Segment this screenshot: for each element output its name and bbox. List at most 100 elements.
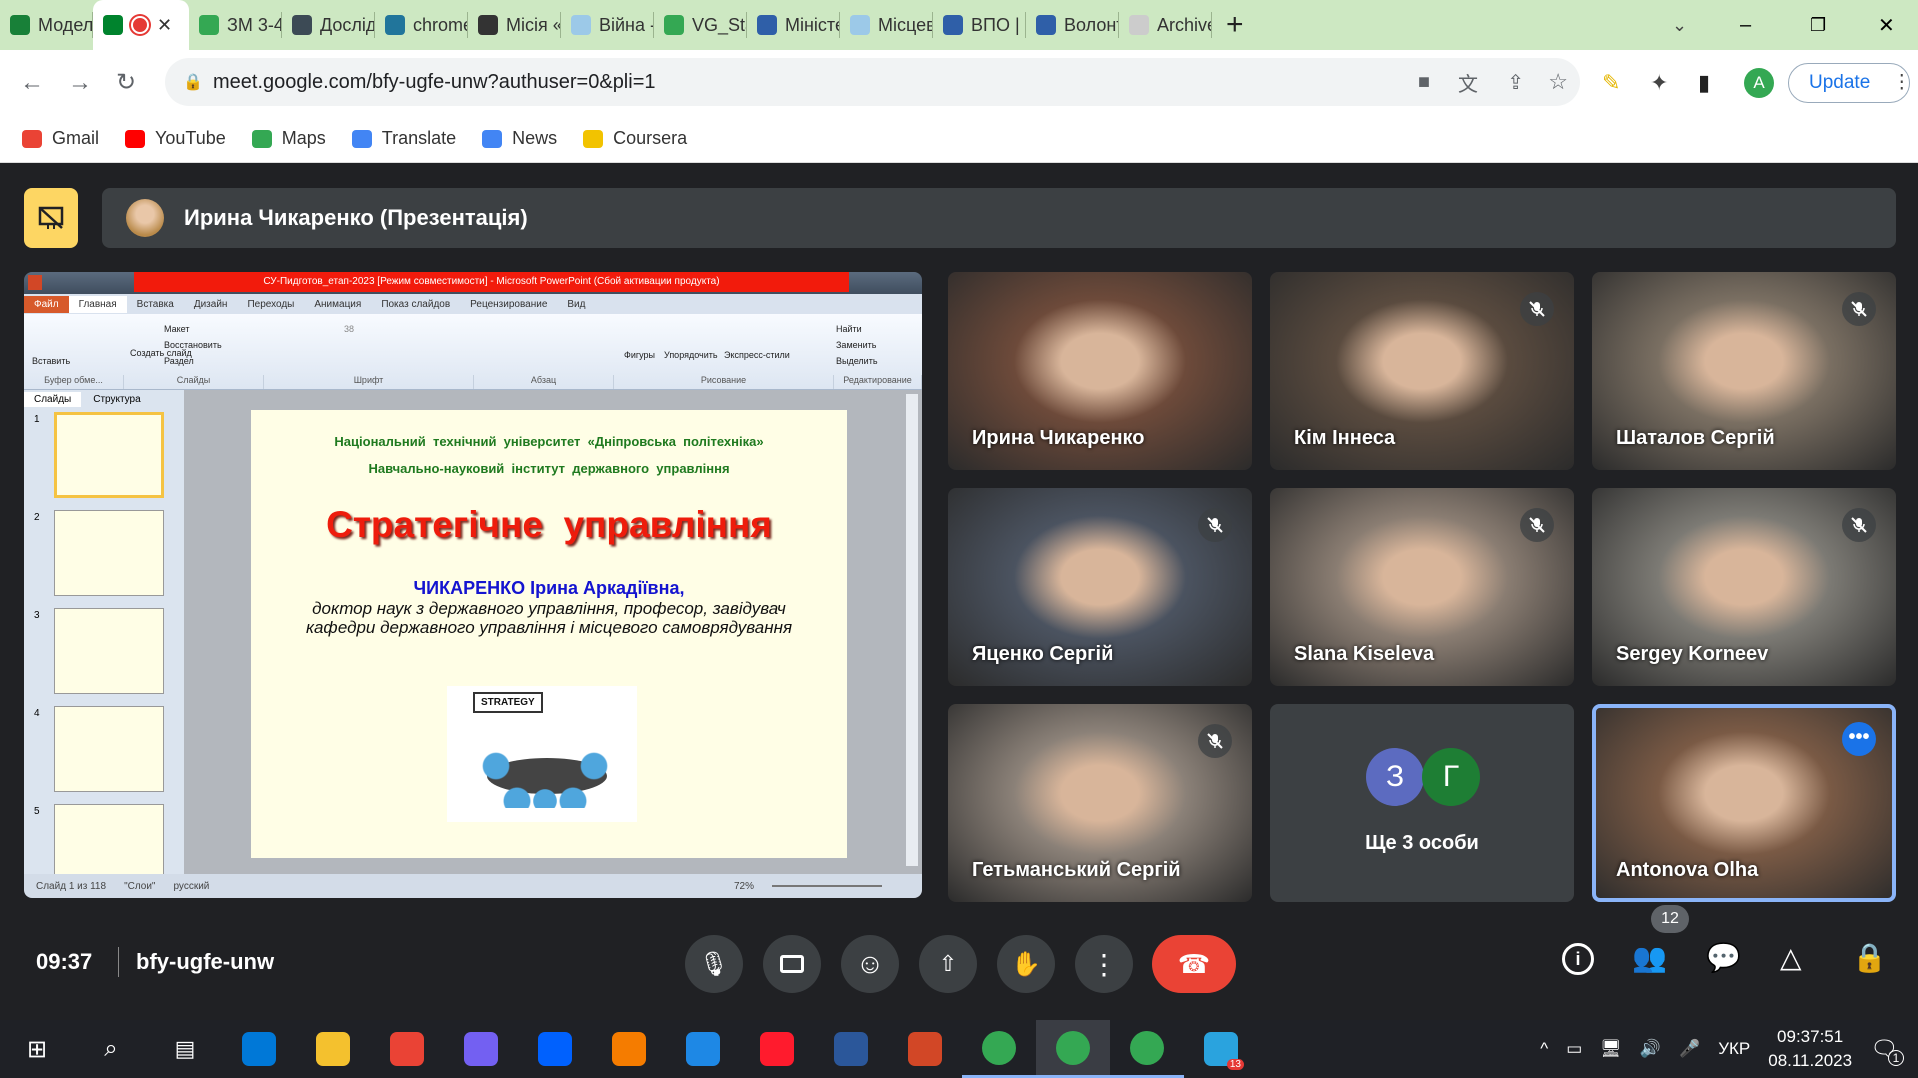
ribbon-button[interactable]: Найти xyxy=(836,324,862,334)
taskbar-app[interactable] xyxy=(814,1020,888,1078)
camera-icon[interactable]: ■ xyxy=(1418,71,1430,94)
bookmark[interactable]: YouTube xyxy=(125,128,226,149)
more-options-icon[interactable]: ••• xyxy=(1842,722,1876,756)
mic-tray-icon[interactable]: 🎤 xyxy=(1679,1039,1700,1059)
ribbon-button[interactable]: Фигуры xyxy=(624,350,655,360)
browser-tab[interactable]: VG_Sta xyxy=(654,12,747,38)
bookmark[interactable]: Coursera xyxy=(583,128,687,149)
taskbar-app[interactable] xyxy=(444,1020,518,1078)
zoom-slider[interactable] xyxy=(772,885,882,887)
share-icon[interactable]: ⇪ xyxy=(1507,70,1524,95)
search-button[interactable]: ⌕ xyxy=(74,1020,148,1078)
slide-thumbnail[interactable]: 4 xyxy=(24,704,184,800)
address-bar[interactable]: 🔒 meet.google.com/bfy-ugfe-unw?authuser=… xyxy=(165,58,1580,106)
panel-tab[interactable]: Структура xyxy=(83,392,150,407)
browser-tab[interactable]: chrome xyxy=(375,12,468,38)
taskbar-app[interactable] xyxy=(592,1020,666,1078)
taskbar-app[interactable] xyxy=(296,1020,370,1078)
extensions-puzzle-icon[interactable]: ✦ xyxy=(1650,70,1668,96)
info-icon[interactable]: i xyxy=(1562,943,1594,975)
slide-thumbnail[interactable]: 1 xyxy=(24,410,184,506)
present-button[interactable]: ⇧ xyxy=(919,935,977,993)
presentation-icon[interactable] xyxy=(24,188,78,248)
bookmark[interactable]: News xyxy=(482,128,557,149)
ribbon-button[interactable]: Выделить xyxy=(836,356,878,366)
people-icon[interactable]: 👥 xyxy=(1632,941,1667,974)
update-button[interactable]: Update ⋮ xyxy=(1788,62,1911,103)
ribbon-tab[interactable]: Вид xyxy=(557,296,595,313)
forward-icon[interactable]: → xyxy=(68,69,92,97)
task-view-button[interactable]: ▤ xyxy=(148,1020,222,1078)
ribbon-button[interactable]: Вставить xyxy=(32,356,70,366)
new-tab-button[interactable]: + xyxy=(1226,8,1244,42)
browser-tab[interactable]: Міністе xyxy=(747,12,840,38)
bookmark-star-icon[interactable]: ☆ xyxy=(1548,69,1568,95)
participant-tile[interactable]: Antonova Olha ••• xyxy=(1592,704,1896,902)
browser-tab[interactable]: Волонт xyxy=(1026,12,1119,38)
notification-center[interactable]: 🗨 1 xyxy=(1870,1036,1904,1066)
battery-icon[interactable]: ▭ xyxy=(1566,1039,1582,1059)
participant-tile[interactable]: Slana Kiseleva xyxy=(1270,488,1574,686)
ribbon-tab[interactable]: Показ слайдов xyxy=(371,296,460,313)
end-call-button[interactable]: ☎ xyxy=(1152,935,1236,993)
browser-tab[interactable]: Місія « xyxy=(468,12,561,38)
browser-tab[interactable]: Модел xyxy=(0,12,93,38)
vertical-scrollbar[interactable] xyxy=(906,394,918,866)
network-icon[interactable]: 🖥 xyxy=(1600,1039,1622,1059)
panel-tab[interactable]: Слайды xyxy=(24,391,82,407)
host-controls-icon[interactable]: 🔒 xyxy=(1852,941,1887,974)
ribbon-tab[interactable]: Вставка xyxy=(127,296,184,313)
microphone-button[interactable]: 🎙 xyxy=(685,935,743,993)
close-tab-icon[interactable]: ✕ xyxy=(157,15,172,36)
taskbar-app[interactable] xyxy=(222,1020,296,1078)
tray-chevron-icon[interactable]: ^ xyxy=(1540,1039,1548,1059)
participant-tile[interactable]: Sergey Korneev xyxy=(1592,488,1896,686)
taskbar-app[interactable] xyxy=(888,1020,962,1078)
participant-tile[interactable]: Шаталов Сергій xyxy=(1592,272,1896,470)
activities-icon[interactable]: △ xyxy=(1780,941,1802,974)
taskbar-app[interactable] xyxy=(518,1020,592,1078)
tab-search-icon[interactable]: ⌄ xyxy=(1672,15,1687,36)
volume-icon[interactable]: 🔊 xyxy=(1640,1039,1661,1059)
ribbon-tab[interactable]: Дизайн xyxy=(184,296,238,313)
browser-tab[interactable]: ✕ xyxy=(93,0,189,50)
raise-hand-button[interactable]: ✋ xyxy=(997,935,1055,993)
camera-button[interactable] xyxy=(763,935,821,993)
taskbar-app[interactable] xyxy=(1036,1020,1110,1078)
taskbar-app[interactable] xyxy=(370,1020,444,1078)
restore-icon[interactable]: ❐ xyxy=(1810,15,1826,36)
font-size-box[interactable]: 38 xyxy=(344,324,354,334)
keyboard-language[interactable]: УКР xyxy=(1718,1039,1750,1059)
ribbon-tab[interactable]: Анимация xyxy=(304,296,371,313)
reload-icon[interactable]: ↻ xyxy=(116,68,136,97)
others-tile[interactable]: ЗГ Ще 3 особи xyxy=(1270,704,1574,902)
browser-tab[interactable]: ВПО | xyxy=(933,12,1026,38)
bookmark[interactable]: Gmail xyxy=(22,128,99,149)
ribbon-button[interactable]: Экспресс-стили xyxy=(724,350,790,360)
slide-thumbnail[interactable]: 2 xyxy=(24,508,184,604)
browser-tab[interactable]: Місцев xyxy=(840,12,933,38)
browser-tab[interactable]: Archive xyxy=(1119,12,1212,38)
ribbon-tab[interactable]: Переходы xyxy=(237,296,304,313)
slide-thumbnail[interactable]: 3 xyxy=(24,606,184,702)
ribbon-button[interactable]: Макет xyxy=(164,324,189,334)
clock[interactable]: 09:37:51 08.11.2023 xyxy=(1768,1025,1852,1073)
profile-avatar[interactable]: A xyxy=(1744,67,1774,98)
taskbar-app[interactable] xyxy=(740,1020,814,1078)
browser-tab[interactable]: Війна - xyxy=(561,12,654,38)
more-options-button[interactable]: ⋮ xyxy=(1075,935,1133,993)
taskbar-app[interactable] xyxy=(1110,1020,1184,1078)
start-button[interactable]: ⊞ xyxy=(0,1020,74,1078)
bookmark[interactable]: Maps xyxy=(251,128,326,149)
participant-tile[interactable]: Кім Іннеса xyxy=(1270,272,1574,470)
minimize-icon[interactable]: – xyxy=(1740,14,1751,37)
participant-tile[interactable]: Яценко Сергій xyxy=(948,488,1252,686)
ribbon-tab[interactable]: Главная xyxy=(68,295,127,313)
ribbon-button[interactable]: Восстановить xyxy=(164,340,222,350)
taskbar-app[interactable] xyxy=(962,1020,1036,1078)
extension-icon[interactable]: ✎ xyxy=(1602,70,1620,96)
ribbon-button[interactable]: Заменить xyxy=(836,340,876,350)
side-panel-icon[interactable]: ▮ xyxy=(1698,70,1710,96)
ribbon-tab[interactable]: Рецензирование xyxy=(460,296,557,313)
participant-tile[interactable]: Гетьманський Сергій xyxy=(948,704,1252,902)
